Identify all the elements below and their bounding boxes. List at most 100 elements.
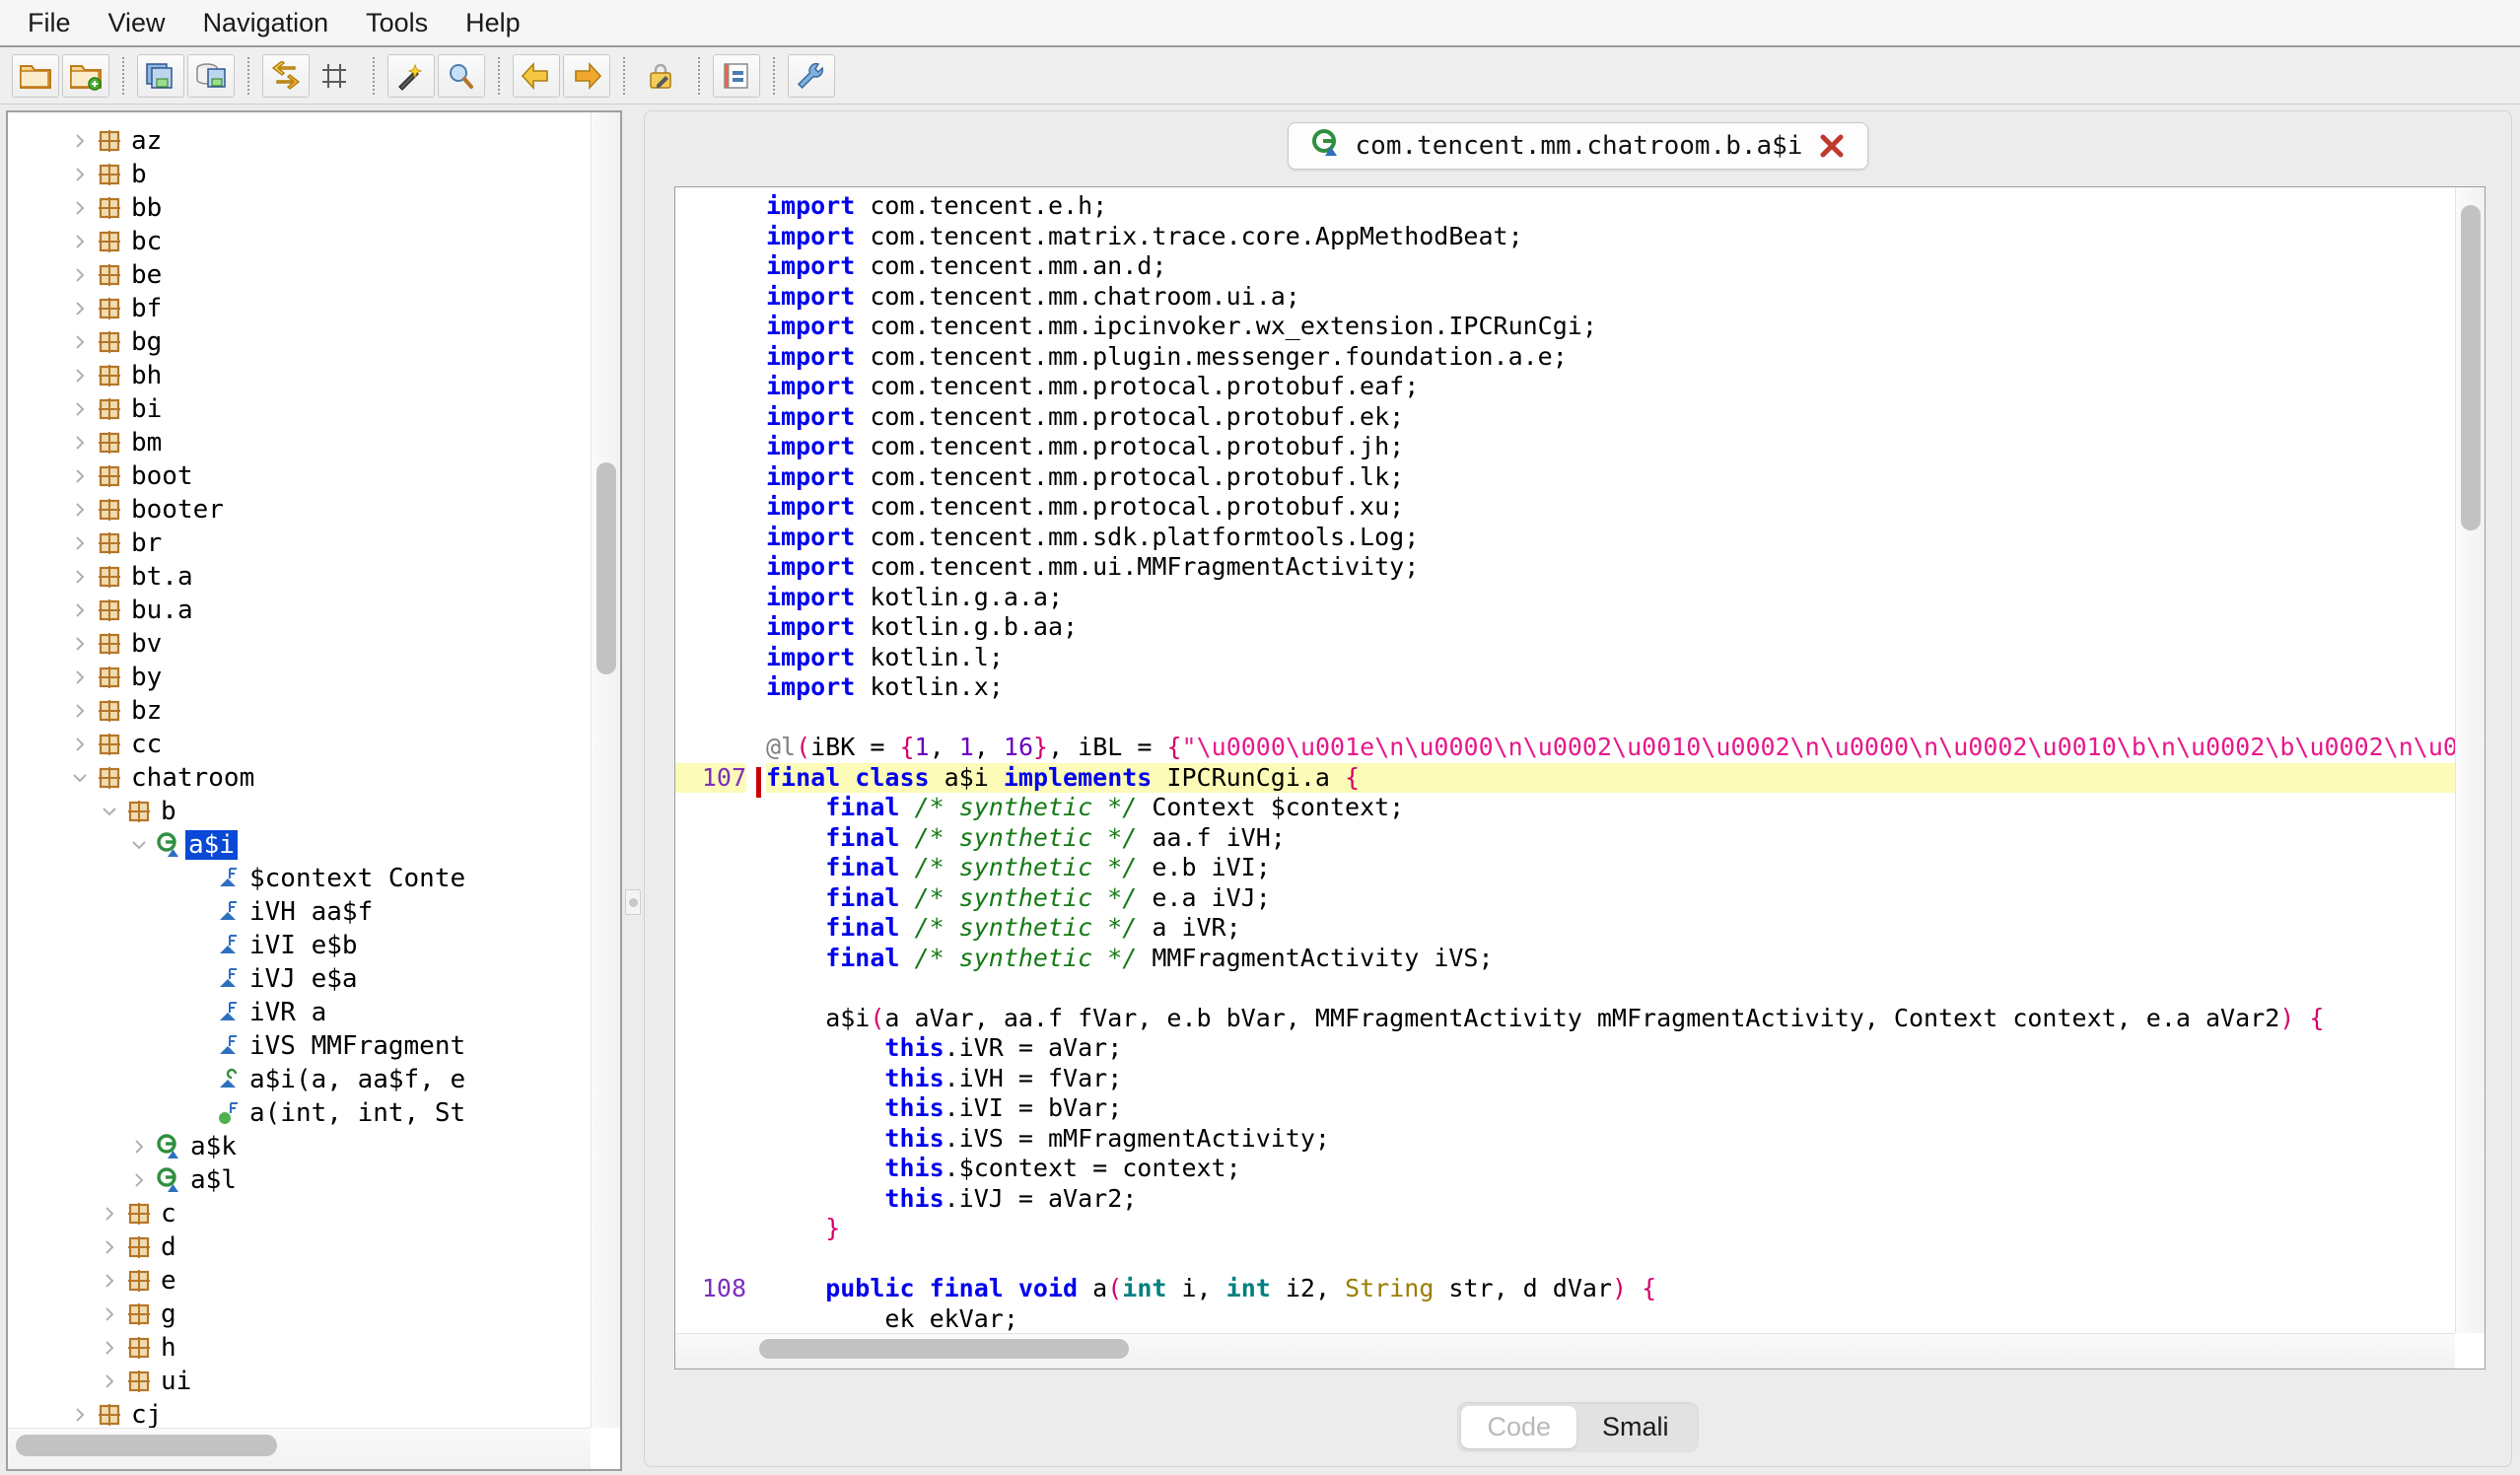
- code-content[interactable]: import com.tencent.e.h; import com.tencen…: [756, 191, 2455, 1333]
- code-horizontal-scroll-thumb[interactable]: [759, 1339, 1129, 1359]
- tree-expand-toggle[interactable]: [67, 467, 93, 485]
- tree-expand-toggle[interactable]: [97, 1339, 122, 1357]
- tree-expand-toggle[interactable]: [97, 1205, 122, 1223]
- tree-node[interactable]: bh: [8, 359, 591, 392]
- tree-expand-toggle[interactable]: [67, 199, 93, 217]
- tree-node[interactable]: iVI e$b: [8, 929, 591, 962]
- tree-node[interactable]: bz: [8, 694, 591, 728]
- code-vertical-scroll-thumb[interactable]: [2461, 205, 2481, 530]
- tree-expand-toggle[interactable]: [97, 1272, 122, 1290]
- tab-code[interactable]: Code: [1461, 1406, 1577, 1448]
- decompile-all-button[interactable]: [638, 54, 685, 98]
- tree-node[interactable]: iVH aa$f: [8, 895, 591, 929]
- tree-node[interactable]: br: [8, 527, 591, 560]
- tree-node[interactable]: iVJ e$a: [8, 962, 591, 996]
- tree-expand-toggle[interactable]: [67, 635, 93, 653]
- class-tree-viewport[interactable]: az b bb bc be bf bg bh bi bm boot booter br bt.a bu.a b…: [8, 112, 591, 1428]
- open-file-button[interactable]: [12, 53, 59, 98]
- tree-expand-toggle[interactable]: [67, 1406, 93, 1424]
- tree-node[interactable]: c: [8, 1197, 591, 1230]
- tree-node[interactable]: cj: [8, 1398, 591, 1428]
- tree-expand-toggle[interactable]: [126, 836, 152, 854]
- logs-button[interactable]: [713, 53, 760, 98]
- tree-node[interactable]: iVR a: [8, 996, 591, 1029]
- tree-node[interactable]: be: [8, 258, 591, 292]
- tree-node[interactable]: bb: [8, 191, 591, 225]
- tree-expand-toggle[interactable]: [67, 400, 93, 418]
- tree-node[interactable]: b: [8, 795, 591, 828]
- add-files-button[interactable]: [62, 53, 109, 98]
- deobfuscation-button[interactable]: [387, 53, 435, 98]
- tree-expand-toggle[interactable]: [97, 803, 122, 820]
- tree-node[interactable]: bm: [8, 426, 591, 459]
- tree-node[interactable]: ui: [8, 1365, 591, 1398]
- forward-button[interactable]: [563, 53, 610, 98]
- tree-horizontal-scrollbar[interactable]: [8, 1428, 591, 1469]
- tree-expand-toggle[interactable]: [67, 568, 93, 586]
- tree-node[interactable]: a(int, int, St: [8, 1096, 591, 1130]
- save-database-button[interactable]: [187, 53, 235, 98]
- tree-expand-toggle[interactable]: [67, 300, 93, 317]
- tree-expand-toggle[interactable]: [67, 769, 93, 787]
- tree-node[interactable]: a$i(a, aa$f, e: [8, 1063, 591, 1096]
- tree-node[interactable]: cc: [8, 728, 591, 761]
- menu-file[interactable]: File: [14, 5, 85, 41]
- menu-help[interactable]: Help: [452, 5, 534, 41]
- tree-node[interactable]: az: [8, 124, 591, 158]
- tree-expand-toggle[interactable]: [67, 333, 93, 351]
- menu-view[interactable]: View: [95, 5, 179, 41]
- tree-node[interactable]: booter: [8, 493, 591, 527]
- save-all-button[interactable]: [137, 53, 184, 98]
- search-button[interactable]: [438, 53, 485, 98]
- sync-button[interactable]: [262, 53, 310, 98]
- tree-node[interactable]: bv: [8, 627, 591, 661]
- tree-node[interactable]: bu.a: [8, 594, 591, 627]
- back-button[interactable]: [513, 53, 560, 98]
- tree-node[interactable]: boot: [8, 459, 591, 493]
- tab-smali[interactable]: Smali: [1576, 1406, 1695, 1448]
- tree-node[interactable]: e: [8, 1264, 591, 1298]
- tree-expand-toggle[interactable]: [67, 736, 93, 753]
- tree-expand-toggle[interactable]: [67, 434, 93, 452]
- tree-node[interactable]: $context Conte: [8, 862, 591, 895]
- tree-expand-toggle[interactable]: [67, 367, 93, 385]
- code-viewport[interactable]: 107 108 import com.tencent.e.h; import co…: [675, 187, 2455, 1333]
- tree-expand-toggle[interactable]: [67, 668, 93, 686]
- tree-expand-toggle[interactable]: [97, 1372, 122, 1390]
- tree-node[interactable]: a$k: [8, 1130, 591, 1163]
- tree-node[interactable]: g: [8, 1298, 591, 1331]
- tree-node[interactable]: a$i: [8, 828, 591, 862]
- tree-node[interactable]: bt.a: [8, 560, 591, 594]
- tree-expand-toggle[interactable]: [97, 1305, 122, 1323]
- tree-node[interactable]: iVS MMFragment: [8, 1029, 591, 1063]
- close-icon[interactable]: [1818, 132, 1846, 160]
- flatten-packages-button[interactable]: [313, 54, 360, 98]
- tree-expand-toggle[interactable]: [97, 1238, 122, 1256]
- tree-node[interactable]: d: [8, 1230, 591, 1264]
- tree-node[interactable]: chatroom: [8, 761, 591, 795]
- tree-node[interactable]: by: [8, 661, 591, 694]
- tree-node[interactable]: bg: [8, 325, 591, 359]
- tree-expand-toggle[interactable]: [67, 166, 93, 183]
- code-vertical-scrollbar[interactable]: [2455, 187, 2485, 1333]
- menu-tools[interactable]: Tools: [352, 5, 442, 41]
- tree-expand-toggle[interactable]: [67, 601, 93, 619]
- panel-splitter[interactable]: [622, 110, 644, 1471]
- preferences-button[interactable]: [788, 53, 835, 98]
- tree-expand-toggle[interactable]: [126, 1171, 152, 1189]
- tree-vertical-scroll-thumb[interactable]: [596, 462, 616, 674]
- tree-expand-toggle[interactable]: [126, 1138, 152, 1156]
- tree-node[interactable]: bc: [8, 225, 591, 258]
- splitter-grip[interactable]: [625, 889, 641, 915]
- tree-node[interactable]: a$l: [8, 1163, 591, 1197]
- tree-node[interactable]: b: [8, 158, 591, 191]
- tree-node[interactable]: bf: [8, 292, 591, 325]
- code-horizontal-scrollbar[interactable]: [675, 1333, 2455, 1369]
- tree-vertical-scrollbar[interactable]: [591, 112, 620, 1428]
- tree-expand-toggle[interactable]: [67, 534, 93, 552]
- tree-expand-toggle[interactable]: [67, 233, 93, 250]
- editor-tab[interactable]: com.tencent.mm.chatroom.b.a$i: [1287, 122, 1869, 170]
- tree-node[interactable]: bi: [8, 392, 591, 426]
- menu-navigation[interactable]: Navigation: [189, 5, 343, 41]
- tree-node[interactable]: h: [8, 1331, 591, 1365]
